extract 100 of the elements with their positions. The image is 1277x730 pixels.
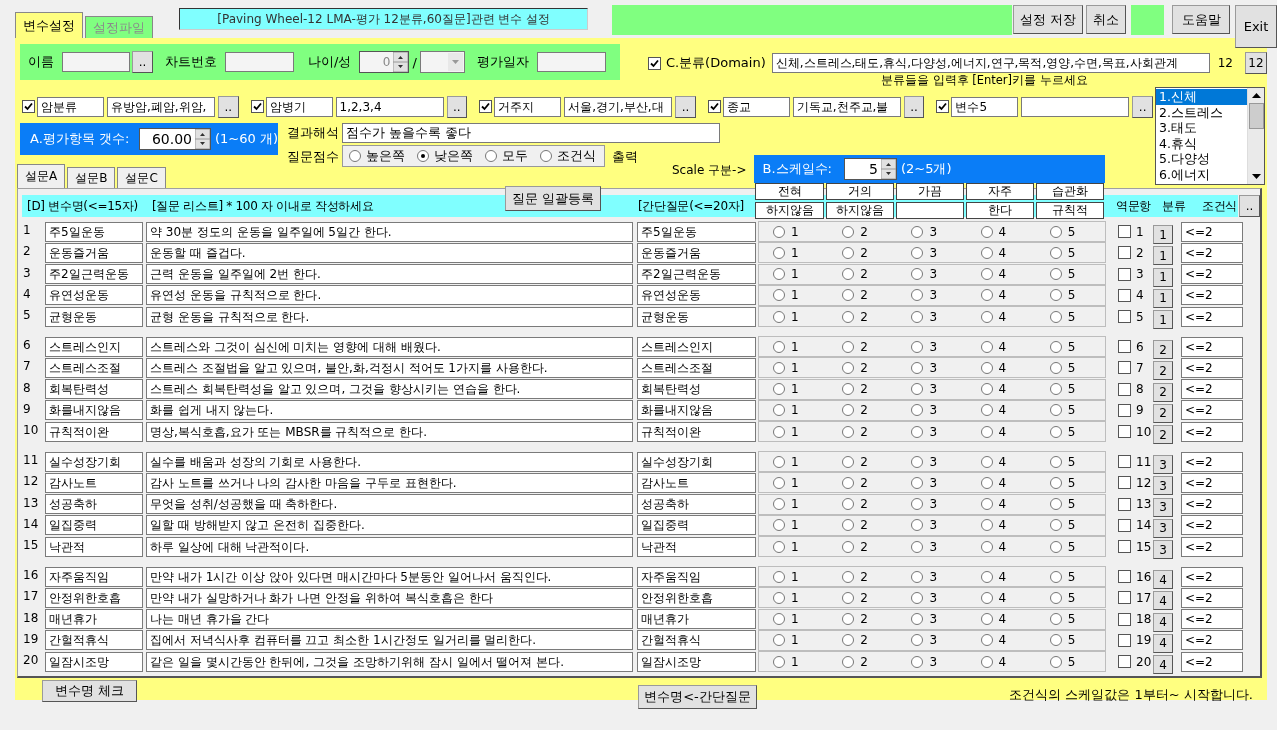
count-button[interactable]: 12 [1245, 52, 1267, 74]
radio-button[interactable] [980, 361, 993, 374]
variable-name-field[interactable]: 유연성운동 [45, 285, 143, 306]
short-question-field[interactable]: 일집중력 [637, 515, 756, 536]
radio-button[interactable] [911, 404, 924, 417]
radio-button[interactable] [773, 268, 785, 280]
question-field[interactable]: 약 30분 정도의 운동을 일주일에 5일간 한다. [146, 221, 633, 242]
condition-field[interactable]: <=2 [1181, 242, 1243, 263]
name-field[interactable] [62, 52, 130, 72]
chart-number-field[interactable] [225, 52, 294, 72]
question-field[interactable]: 만약 내가 실망하거나 화가 나면 안정을 위하여 복식호흡은 한다 [146, 587, 633, 608]
category-button[interactable]: 4 [1153, 570, 1173, 589]
question-field[interactable]: 유연성 운동을 규칙적으로 한다. [146, 285, 633, 306]
radio-button[interactable] [773, 404, 785, 417]
radio-button[interactable] [773, 340, 785, 353]
radio-button[interactable] [842, 540, 855, 553]
category-button[interactable]: 4 [1153, 655, 1173, 674]
question-field[interactable]: 일할 때 방해받지 않고 온전히 집중한다. [146, 515, 633, 536]
question-field[interactable]: 나는 매년 휴가을 간다 [146, 609, 633, 629]
short-question-field[interactable]: 실수성장기회 [637, 451, 756, 472]
question-field[interactable]: 집에서 저녁식사후 컴퓨터를 끄고 최소한 1시간정도 일거리를 멀리한다. [146, 630, 633, 651]
checkbox[interactable] [1118, 382, 1131, 396]
radio-button[interactable] [1049, 498, 1062, 510]
interpretation-field[interactable]: 점수가 높을수록 좋다 [342, 123, 720, 143]
checkbox[interactable] [1118, 267, 1131, 281]
list-item[interactable]: 4.휴식 [1156, 135, 1247, 151]
radio-button[interactable] [773, 634, 785, 647]
radio-button[interactable] [980, 310, 993, 323]
browse-button[interactable]: .. [217, 95, 239, 118]
radio-button[interactable] [773, 498, 785, 510]
toolbar-button[interactable]: 취소 [1086, 5, 1127, 34]
radio-button[interactable] [773, 383, 785, 395]
category-button[interactable]: 4 [1153, 633, 1173, 653]
radio-button[interactable] [980, 246, 993, 259]
condition-field[interactable]: <=2 [1181, 651, 1243, 672]
category-button[interactable]: 1 [1153, 288, 1173, 308]
more-button[interactable]: .. [1239, 195, 1260, 217]
tab[interactable]: 변수설정 [15, 12, 83, 38]
radio-button[interactable] [980, 289, 993, 302]
radio-button[interactable] [1049, 570, 1062, 583]
variable-name-field[interactable]: 균형운동 [45, 306, 143, 327]
short-question-field[interactable]: 낙관적 [637, 536, 756, 557]
radio-button[interactable] [1049, 425, 1062, 438]
list-item[interactable]: 5.다양성 [1156, 151, 1247, 167]
variable-name-field[interactable]: 낙관적 [45, 536, 143, 557]
question-field[interactable]: 스트레스와 그것이 심신에 미치는 영향에 대해 배웠다. [146, 336, 633, 357]
radio-button[interactable] [911, 225, 924, 238]
question-field[interactable]: 만약 내가 1시간 이상 앉아 있다면 매시간마다 5분동안 일어나서 움직인다. [146, 566, 633, 587]
condition-field[interactable]: <=2 [1181, 515, 1243, 536]
radio-button[interactable] [773, 655, 785, 668]
category-button[interactable]: 2 [1153, 403, 1173, 423]
condition-field[interactable]: <=2 [1181, 400, 1243, 421]
short-question-field[interactable]: 스트레스조절 [637, 357, 756, 378]
variable-name-field[interactable]: 암병기 [265, 96, 333, 117]
list-item[interactable]: 3.태도 [1156, 120, 1247, 136]
radio-button[interactable] [773, 425, 785, 438]
radio-button[interactable] [1049, 613, 1062, 625]
question-field[interactable]: 같은 일을 몇시간동안 한뒤에, 그것을 조망하기위해 잠시 일에서 떨어져 본다. [146, 651, 633, 672]
checkbox[interactable] [250, 100, 264, 113]
radio-button[interactable] [980, 655, 993, 668]
variable-values-field[interactable]: 서울,경기,부산,대 [564, 96, 673, 117]
checkbox[interactable] [1118, 455, 1131, 468]
radio-button[interactable] [773, 310, 785, 323]
question-field[interactable]: 실수를 배움과 성장의 기회로 사용한다. [146, 451, 633, 472]
variable-name-field[interactable]: 성공축하 [45, 494, 143, 514]
short-question-field[interactable]: 감사노트 [637, 472, 756, 493]
short-question-field[interactable]: 성공축하 [637, 494, 756, 514]
category-button[interactable]: 4 [1153, 612, 1173, 632]
checkbox[interactable] [1118, 340, 1131, 353]
radio-button[interactable] [842, 455, 855, 468]
variable-name-field[interactable]: 안정위한호흡 [45, 587, 143, 608]
radio-button[interactable] [773, 591, 785, 604]
variable-name-field[interactable]: 암분류 [37, 96, 104, 117]
radio-button[interactable] [911, 361, 924, 374]
bulk-register-button[interactable]: 질문 일괄등록 [505, 186, 601, 211]
radio-button[interactable] [980, 455, 993, 468]
radio-button[interactable] [773, 455, 785, 468]
checkbox[interactable] [1118, 612, 1131, 626]
short-question-field[interactable]: 안정위한호흡 [637, 587, 756, 608]
radio-button[interactable] [842, 246, 855, 259]
checkbox[interactable] [1118, 310, 1131, 323]
short-question-field[interactable]: 운동즐거움 [637, 242, 756, 263]
variable-name-field[interactable]: 스트레스조절 [45, 357, 143, 378]
radio-button[interactable] [911, 383, 924, 395]
radio-button[interactable] [842, 361, 855, 374]
browse-button[interactable]: .. [903, 95, 925, 118]
radio-button[interactable] [980, 383, 993, 395]
short-question-field[interactable]: 스트레스인지 [637, 336, 756, 357]
checkbox[interactable] [22, 100, 35, 113]
condition-field[interactable]: <=2 [1181, 566, 1243, 587]
radio-button[interactable] [911, 570, 924, 583]
checkbox[interactable] [1118, 591, 1131, 605]
browse-button[interactable]: .. [132, 51, 153, 73]
variable-name-field[interactable]: 스트레스인지 [45, 336, 143, 357]
exit-button[interactable]: Exit [1235, 5, 1277, 48]
radio-button[interactable] [842, 289, 855, 302]
condition-field[interactable]: <=2 [1181, 587, 1243, 608]
radio-button[interactable] [1049, 289, 1062, 302]
short-question-field[interactable]: 자주움직임 [637, 566, 756, 587]
radio-button[interactable] [911, 540, 924, 553]
